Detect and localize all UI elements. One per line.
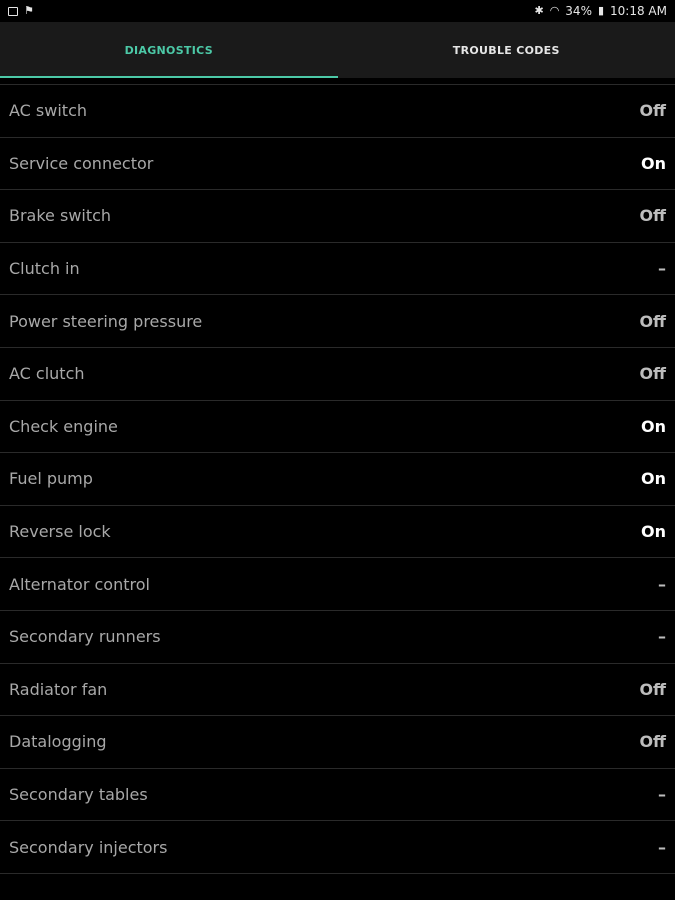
list-item-value: On (641, 416, 666, 436)
list-item-value: – (658, 785, 666, 805)
list-item[interactable]: Brake switch Off (0, 190, 675, 243)
list-item-label: Alternator control (9, 574, 150, 594)
list-item-value: Off (639, 206, 666, 226)
list-item-label: AC switch (9, 101, 87, 121)
list-item-label: Fuel pump (9, 469, 93, 489)
list-item-value: Off (639, 101, 666, 121)
tab-diagnostics-label: DIAGNOSTICS (124, 43, 213, 57)
battery-icon: ▮ (597, 4, 605, 17)
list-item-label: Power steering pressure (9, 311, 203, 331)
list-item-value: – (658, 837, 666, 857)
list-item-value: – (658, 574, 666, 594)
list-item[interactable]: Reverse lock On (0, 506, 675, 559)
list-item[interactable]: Check engine On (0, 401, 675, 454)
clock: 10:18 AM (610, 4, 667, 18)
list-item-label: AC clutch (9, 364, 85, 384)
list-item[interactable]: Datalogging Off (0, 716, 675, 769)
tab-trouble-codes-label: TROUBLE CODES (452, 43, 560, 57)
list-item-label: Secondary tables (9, 785, 148, 805)
list-item-value: On (641, 469, 666, 489)
list-item-label: Check engine (9, 416, 118, 436)
image-notification-icon (8, 6, 18, 16)
list-item[interactable]: Secondary runners – (0, 611, 675, 664)
status-bar: ⚑ ✱ ◠ 34% ▮ 10:18 AM (0, 0, 675, 22)
list-item-value: Off (639, 679, 666, 699)
list-item[interactable]: Secondary injectors – (0, 821, 675, 874)
list-item-label: Reverse lock (9, 522, 111, 542)
download-notification-icon: ⚑ (24, 4, 34, 17)
battery-percent: 34% (565, 4, 592, 18)
list-item[interactable]: Secondary tables – (0, 769, 675, 822)
list-item-value: – (658, 627, 666, 647)
list-item-value: On (641, 153, 666, 173)
list-item-label: Radiator fan (9, 679, 108, 699)
list-item[interactable]: Clutch in – (0, 243, 675, 296)
list-item-label: Brake switch (9, 206, 112, 226)
tab-bar: DIAGNOSTICS TROUBLE CODES (0, 22, 675, 78)
diagnostics-list: AC switch Off Service connector On Brake swi… (0, 84, 675, 874)
list-item-label: Secondary injectors (9, 837, 168, 857)
tab-trouble-codes[interactable]: TROUBLE CODES (338, 22, 675, 78)
list-item-label: Service connector (9, 153, 154, 173)
list-item-value: – (658, 259, 666, 279)
list-item[interactable]: Power steering pressure Off (0, 295, 675, 348)
list-item-label: Datalogging (9, 732, 107, 752)
list-item[interactable]: Alternator control – (0, 558, 675, 611)
status-bar-right: ✱ ◠ 34% ▮ 10:18 AM (534, 4, 667, 18)
list-item[interactable]: AC switch Off (0, 85, 675, 138)
bluetooth-icon: ✱ (534, 4, 544, 17)
list-item-label: Clutch in (9, 259, 80, 279)
list-item[interactable]: AC clutch Off (0, 348, 675, 401)
list-item-value: Off (639, 311, 666, 331)
list-item-value: On (641, 522, 666, 542)
list-item-value: Off (639, 732, 666, 752)
status-bar-left: ⚑ (8, 5, 34, 17)
tab-diagnostics[interactable]: DIAGNOSTICS (0, 22, 338, 78)
wifi-icon: ◠ (549, 4, 560, 17)
list-item-value: Off (639, 364, 666, 384)
list-item[interactable]: Radiator fan Off (0, 664, 675, 717)
list-item-label: Secondary runners (9, 627, 161, 647)
list-item[interactable]: Service connector On (0, 138, 675, 191)
list-item[interactable]: Fuel pump On (0, 453, 675, 506)
